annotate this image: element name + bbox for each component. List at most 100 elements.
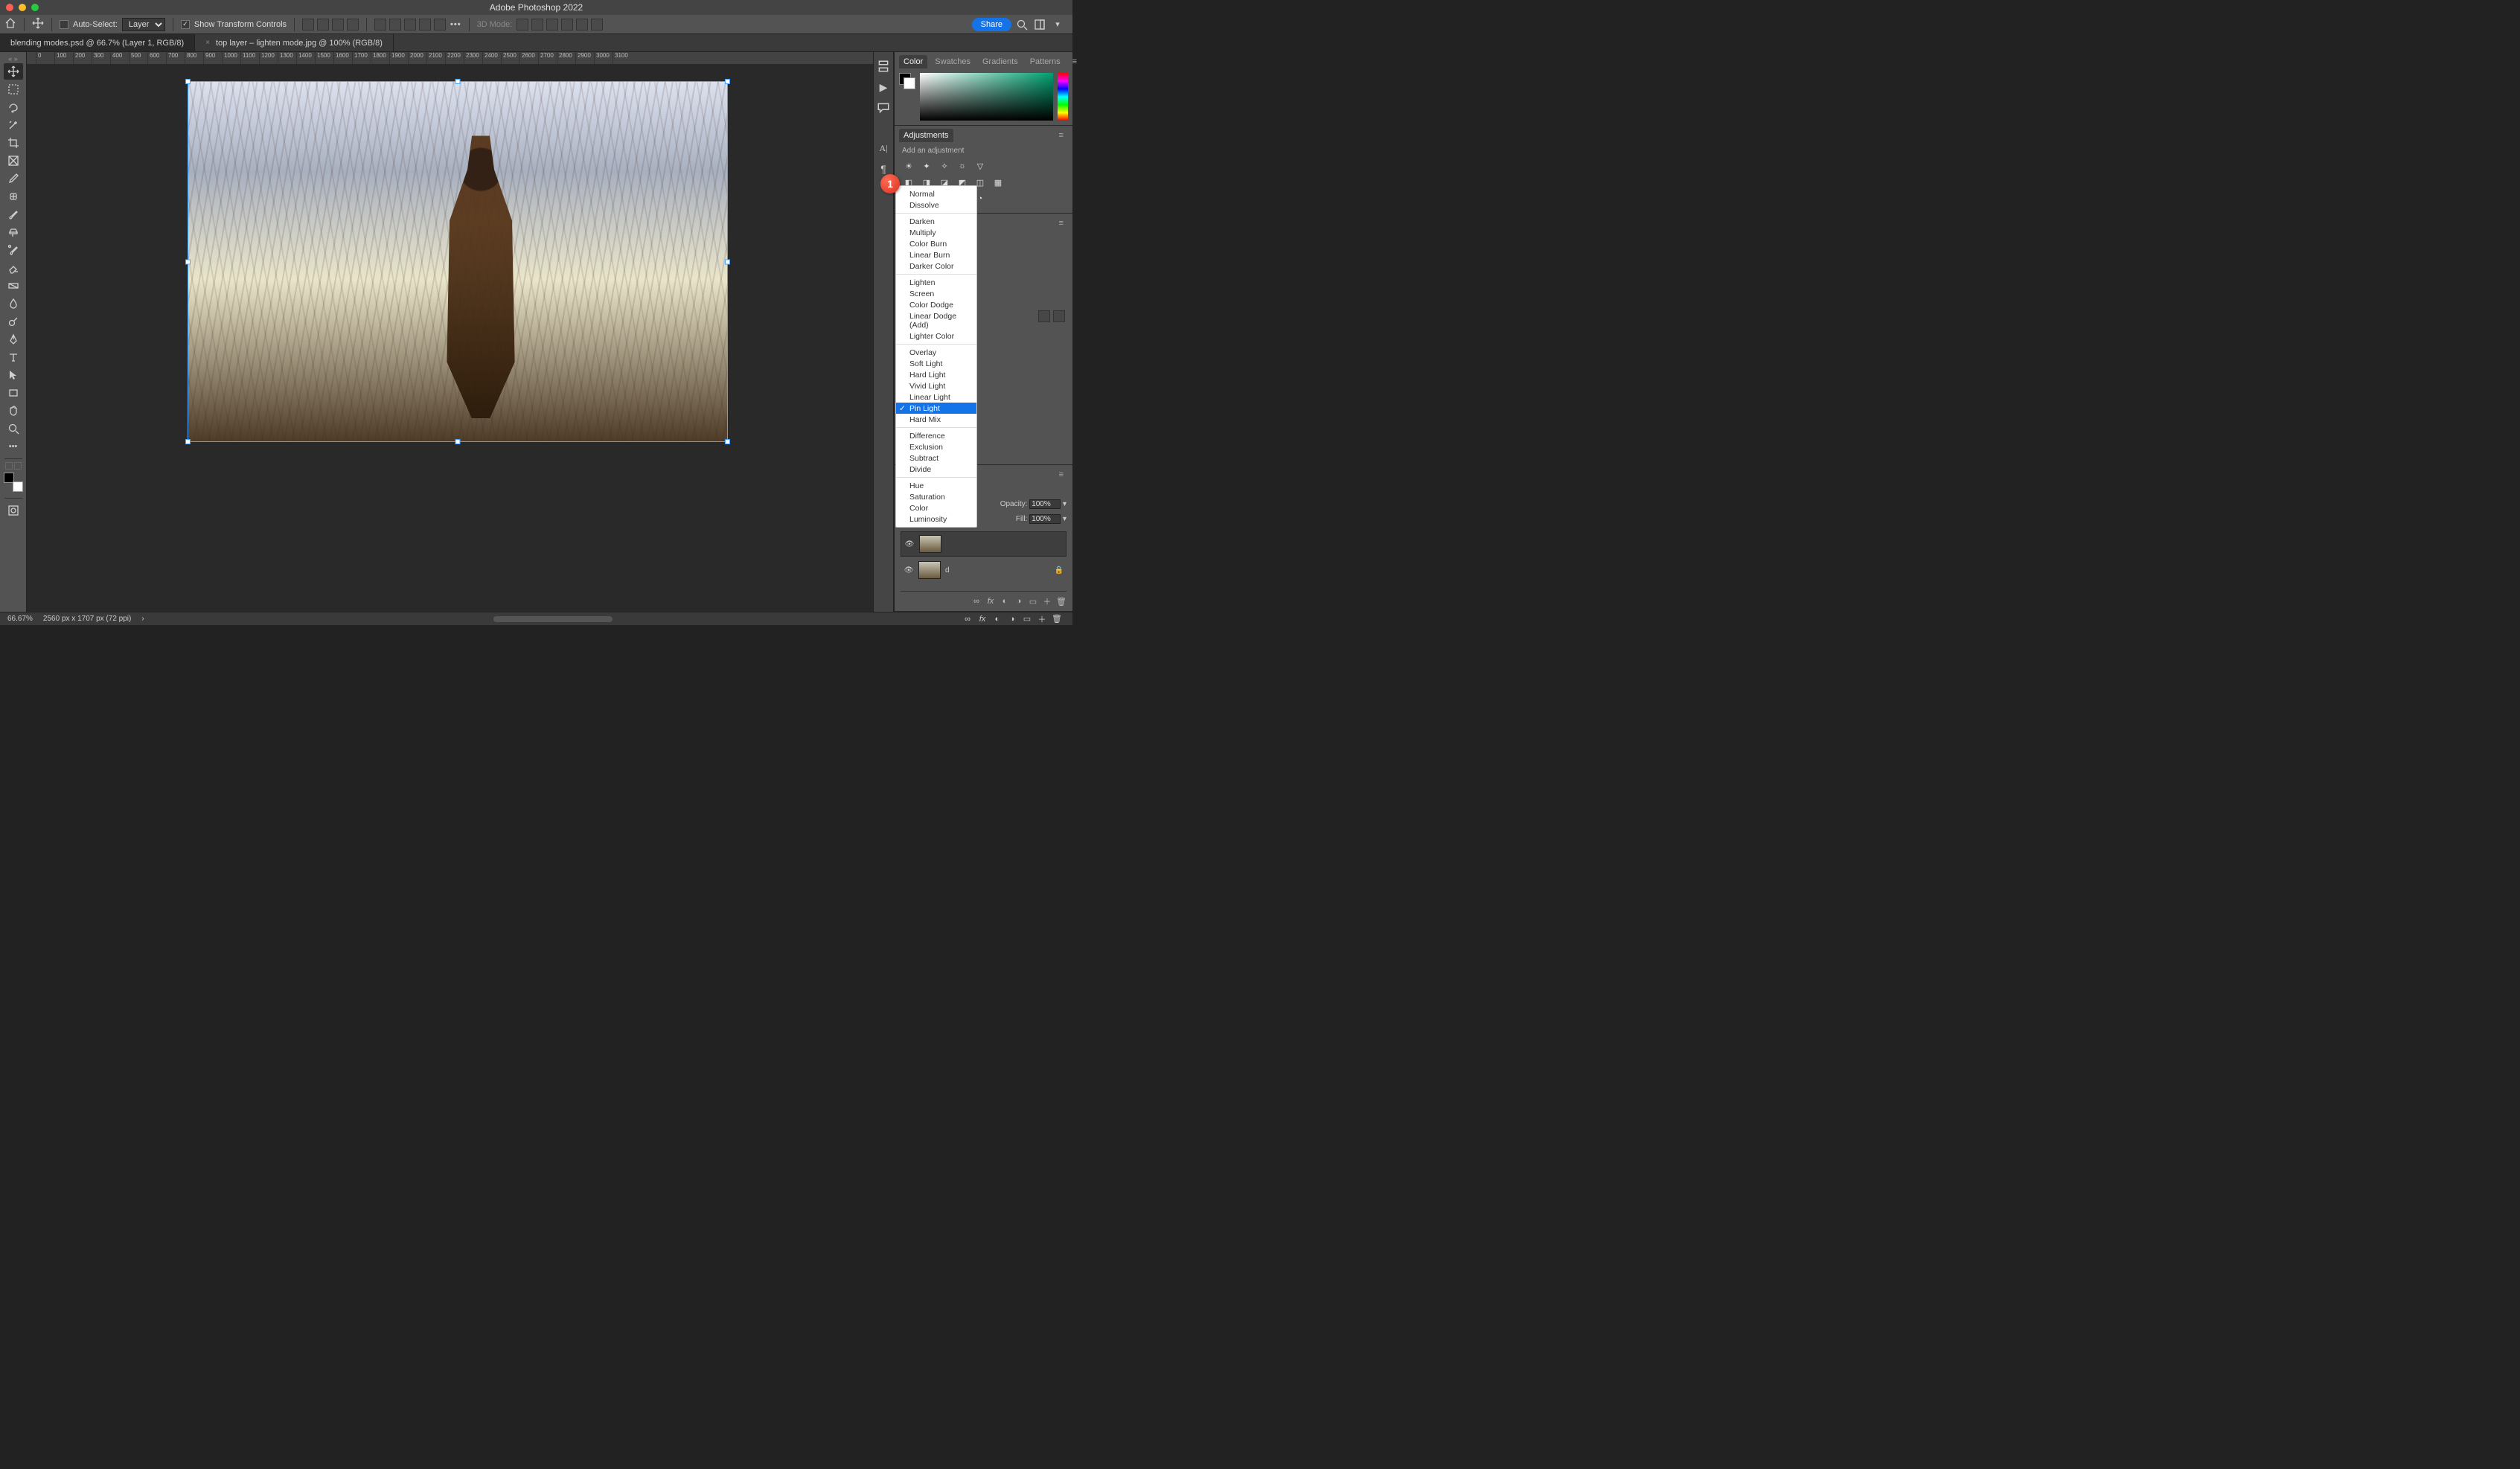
tab-gradients[interactable]: Gradients (978, 55, 1023, 68)
magic-wand-tool[interactable] (4, 117, 23, 133)
transform-handle-bl[interactable] (185, 439, 191, 444)
blend-mode-divide[interactable]: Divide (896, 464, 976, 475)
auto-select-dropdown[interactable]: Layer (122, 18, 165, 31)
color-lookup-icon[interactable]: ▦ (991, 176, 1005, 189)
eyedropper-tool[interactable] (4, 170, 23, 187)
layer-row-selected[interactable]: 👁 (901, 531, 1066, 557)
align-hcenter-icon[interactable] (317, 19, 329, 31)
blend-mode-color-dodge[interactable]: Color Dodge (896, 299, 976, 310)
blend-mode-linear-burn[interactable]: Linear Burn (896, 249, 976, 260)
tab-blending-modes[interactable]: blending modes.psd @ 66.7% (Layer 1, RGB… (0, 34, 195, 51)
search-icon[interactable] (1016, 19, 1028, 31)
close-window-icon[interactable] (6, 4, 13, 11)
home-icon[interactable] (4, 17, 16, 31)
panel-menu-icon[interactable]: ≡ (1055, 217, 1068, 230)
history-panel-icon[interactable] (877, 60, 890, 73)
orbit-3d-icon[interactable] (517, 19, 528, 31)
layer-fx-icon[interactable]: fx (977, 614, 988, 624)
blend-mode-color[interactable]: Color (896, 502, 976, 513)
blend-mode-luminosity[interactable]: Luminosity (896, 513, 976, 525)
blend-mode-darker-color[interactable]: Darker Color (896, 260, 976, 272)
document-canvas[interactable] (188, 81, 728, 442)
close-icon[interactable]: × (205, 39, 210, 47)
gradient-tool[interactable] (4, 278, 23, 294)
crop-tool[interactable] (4, 135, 23, 151)
blend-mode-subtract[interactable]: Subtract (896, 452, 976, 464)
flip-h-icon[interactable] (1038, 310, 1050, 322)
zoom-window-icon[interactable] (31, 4, 39, 11)
type-tool[interactable] (4, 349, 23, 365)
transform-handle-br[interactable] (725, 439, 730, 444)
transform-handle-mr[interactable] (725, 259, 730, 264)
tab-adjustments[interactable]: Adjustments (899, 129, 953, 142)
workspace-chevron-icon[interactable]: ▾ (1052, 19, 1064, 31)
align-left-icon[interactable] (302, 19, 314, 31)
opacity-input[interactable] (1029, 499, 1061, 509)
blend-mode-pin-light[interactable]: Pin Light (896, 403, 976, 414)
layer-thumbnail[interactable] (918, 561, 941, 579)
background-color-icon[interactable] (13, 481, 23, 492)
blend-mode-darken[interactable]: Darken (896, 216, 976, 227)
link-layers-icon[interactable]: ∞ (962, 614, 973, 624)
pen-tool[interactable] (4, 331, 23, 348)
transform-handle-tl[interactable] (185, 79, 191, 84)
dist-bottom-icon[interactable] (404, 19, 416, 31)
more-options-icon[interactable]: ••• (450, 20, 461, 29)
zoom-3d-icon[interactable] (576, 19, 588, 31)
blend-mode-normal[interactable]: Normal (896, 188, 976, 199)
panel-menu-icon[interactable]: ≡ (1068, 55, 1081, 68)
delete-layer-icon[interactable]: 🗑 (1052, 614, 1062, 624)
blend-mode-lighter-color[interactable]: Lighter Color (896, 330, 976, 342)
new-layer-icon[interactable]: ＋ (1042, 596, 1052, 607)
zoom-tool[interactable] (4, 420, 23, 437)
layer-thumbnail[interactable] (919, 535, 941, 553)
layer-fx-icon[interactable]: fx (985, 596, 996, 607)
visibility-icon[interactable]: 👁 (904, 540, 915, 548)
blend-mode-screen[interactable]: Screen (896, 288, 976, 299)
panel-menu-icon[interactable]: ≡ (1055, 468, 1068, 481)
hand-tool[interactable] (4, 403, 23, 419)
blend-mode-overlay[interactable]: Overlay (896, 347, 976, 358)
status-popup-chevron-icon[interactable]: › (141, 615, 144, 623)
blend-mode-linear-light[interactable]: Linear Light (896, 391, 976, 403)
camera-3d-icon[interactable] (591, 19, 603, 31)
spot-healing-tool[interactable] (4, 188, 23, 205)
dist-spacing-icon[interactable] (434, 19, 446, 31)
transform-handle-ml[interactable] (185, 259, 191, 264)
color-cursor-icon[interactable] (923, 112, 929, 118)
blend-mode-soft-light[interactable]: Soft Light (896, 358, 976, 369)
flip-v-icon[interactable] (1053, 310, 1065, 322)
slide-3d-icon[interactable] (561, 19, 573, 31)
tab-patterns[interactable]: Patterns (1026, 55, 1065, 68)
panel-menu-icon[interactable]: ≡ (1055, 129, 1068, 142)
move-tool[interactable] (4, 63, 23, 80)
transform-handle-bc[interactable] (455, 439, 461, 444)
blend-mode-difference[interactable]: Difference (896, 430, 976, 441)
rectangle-tool[interactable] (4, 385, 23, 401)
blend-mode-dropdown[interactable]: NormalDissolveDarkenMultiplyColor BurnLi… (895, 185, 977, 528)
dist-hcenter-icon[interactable] (419, 19, 431, 31)
layer-row-background[interactable]: 👁 d 🔒 (901, 558, 1066, 582)
tab-color[interactable]: Color (899, 55, 927, 68)
workspace-switcher-icon[interactable] (1034, 19, 1046, 31)
panel-fgbg-swatch[interactable] (899, 73, 915, 89)
history-brush-tool[interactable] (4, 242, 23, 258)
blend-mode-linear-dodge-add-[interactable]: Linear Dodge (Add) (896, 310, 976, 330)
new-group-icon[interactable]: ▭ (1028, 596, 1038, 607)
blend-mode-dissolve[interactable]: Dissolve (896, 199, 976, 211)
auto-select-checkbox[interactable] (60, 20, 68, 29)
blend-mode-saturation[interactable]: Saturation (896, 491, 976, 502)
blend-mode-multiply[interactable]: Multiply (896, 227, 976, 238)
blend-mode-exclusion[interactable]: Exclusion (896, 441, 976, 452)
edit-toolbar-icon[interactable]: ••• (4, 438, 23, 455)
minimize-window-icon[interactable] (19, 4, 26, 11)
tab-swatches[interactable]: Swatches (930, 55, 975, 68)
foreground-background-swatch[interactable] (4, 473, 23, 492)
blend-mode-hue[interactable]: Hue (896, 480, 976, 491)
character-panel-icon[interactable]: A| (877, 141, 890, 155)
doc-size-readout[interactable]: 2560 px x 1707 px (72 ppi) (43, 615, 131, 623)
dodge-tool[interactable] (4, 313, 23, 330)
lasso-tool[interactable] (4, 99, 23, 115)
link-layers-icon[interactable]: ∞ (971, 596, 982, 607)
lock-icon[interactable]: 🔒 (1055, 566, 1064, 575)
